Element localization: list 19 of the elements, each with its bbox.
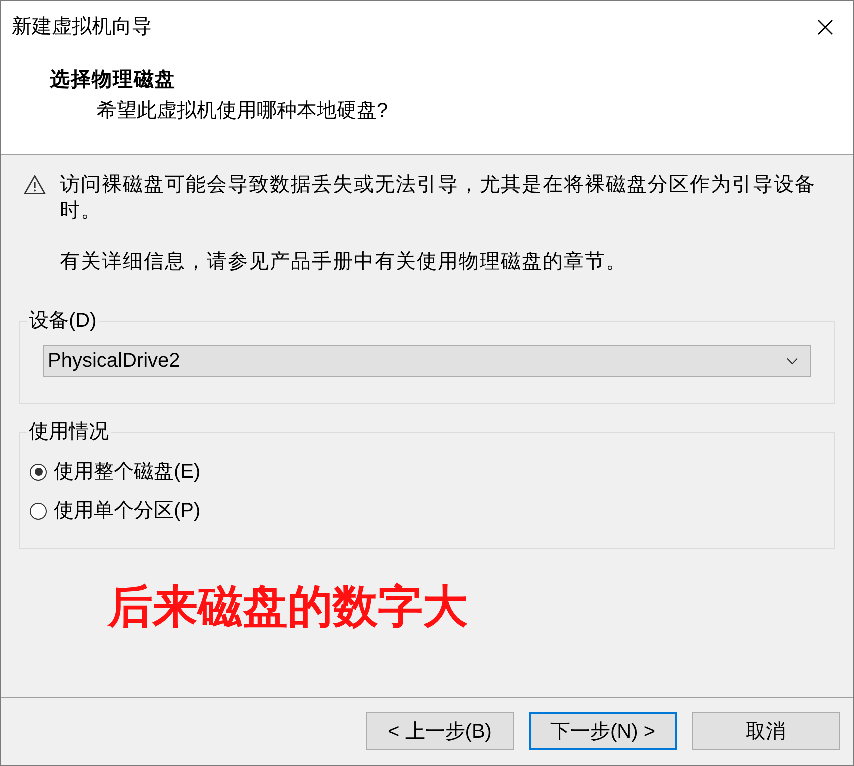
group-label: 设备(D) [28,309,98,334]
window-title: 新建虚拟机向导 [12,15,152,40]
close-icon[interactable] [818,20,833,34]
group-label: 使用情况 [28,420,110,445]
info-text: 有关详细信息，请参见产品手册中有关使用物理磁盘的章节。 [60,250,628,275]
page-title: 选择物理磁盘 [50,66,177,92]
option-label[interactable]: 使用单个分区(P) [54,498,201,524]
option-label[interactable]: 使用整个磁盘(E) [54,459,201,485]
cancel-button[interactable]: 取消 [692,712,840,750]
annotation-text: 后来磁盘的数字大 [108,579,468,635]
warning-icon [24,175,46,195]
warning-text: 访问裸磁盘可能会导致数据丢失或无法引导，尤其是在将裸磁盘分区作为引导设备时。 [60,173,817,224]
device-dropdown[interactable]: PhysicalDrive2 [43,345,811,377]
back-button[interactable]: < 上一步(B) [366,712,514,750]
radio-button[interactable] [30,502,47,520]
next-button[interactable]: 下一步(N) > [529,712,677,750]
radio-button[interactable] [30,464,47,480]
chevron-down-icon [787,358,798,364]
page-subtitle: 希望此虚拟机使用哪种本地硬盘? [97,99,390,124]
